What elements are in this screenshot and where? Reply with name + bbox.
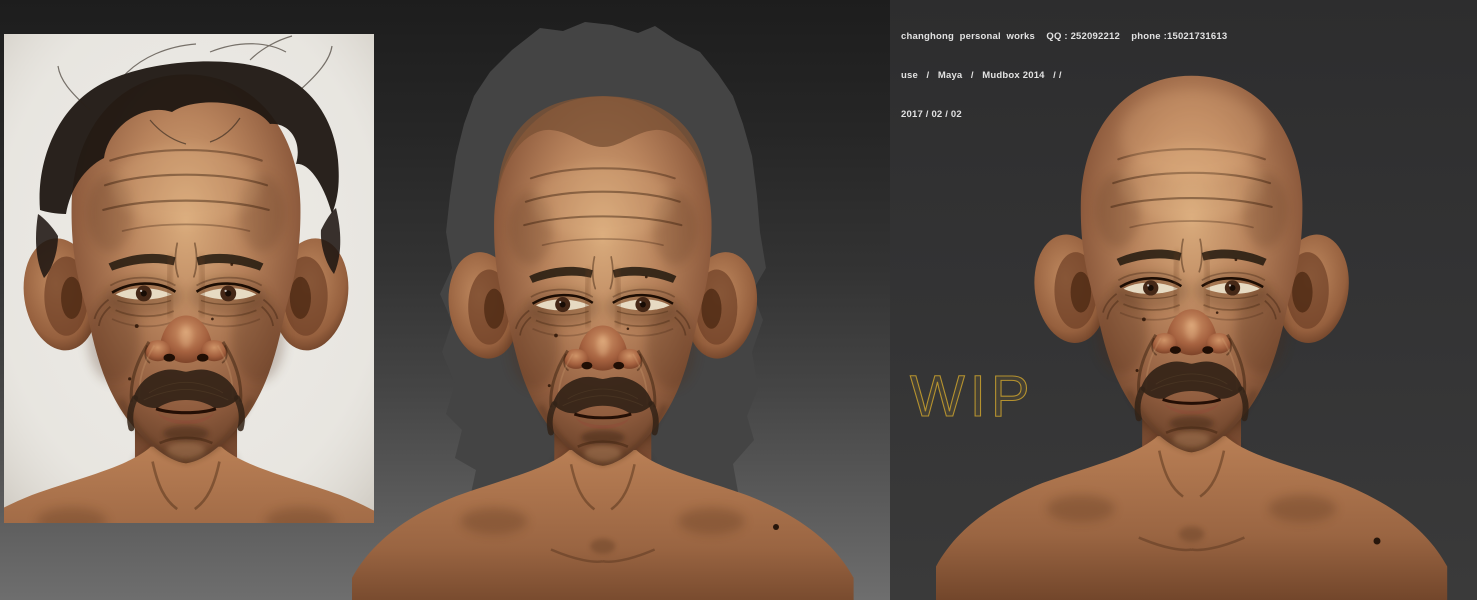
- credit-line-3: 2017 / 02 / 02: [901, 109, 962, 120]
- credit-line-2: use / Maya / Mudbox 2014 / /: [901, 70, 1062, 81]
- sculpt-illustration: [4, 22, 1477, 600]
- credit-block: changhong personal works QQ : 252092212 …: [901, 4, 1227, 147]
- wip-label: WIP: [909, 363, 1035, 429]
- chest-mole: [1373, 537, 1381, 545]
- wip-text: WIP: [910, 364, 1035, 429]
- chest-mole: [773, 524, 779, 530]
- artwork-canvas: changhong personal works QQ : 252092212 …: [0, 0, 1477, 600]
- textured-render-figure: [352, 22, 854, 600]
- credit-line-1: changhong personal works QQ : 252092212 …: [901, 31, 1228, 42]
- sculpt-render-figure: [936, 76, 1447, 600]
- reference-photo-figure: [4, 34, 374, 523]
